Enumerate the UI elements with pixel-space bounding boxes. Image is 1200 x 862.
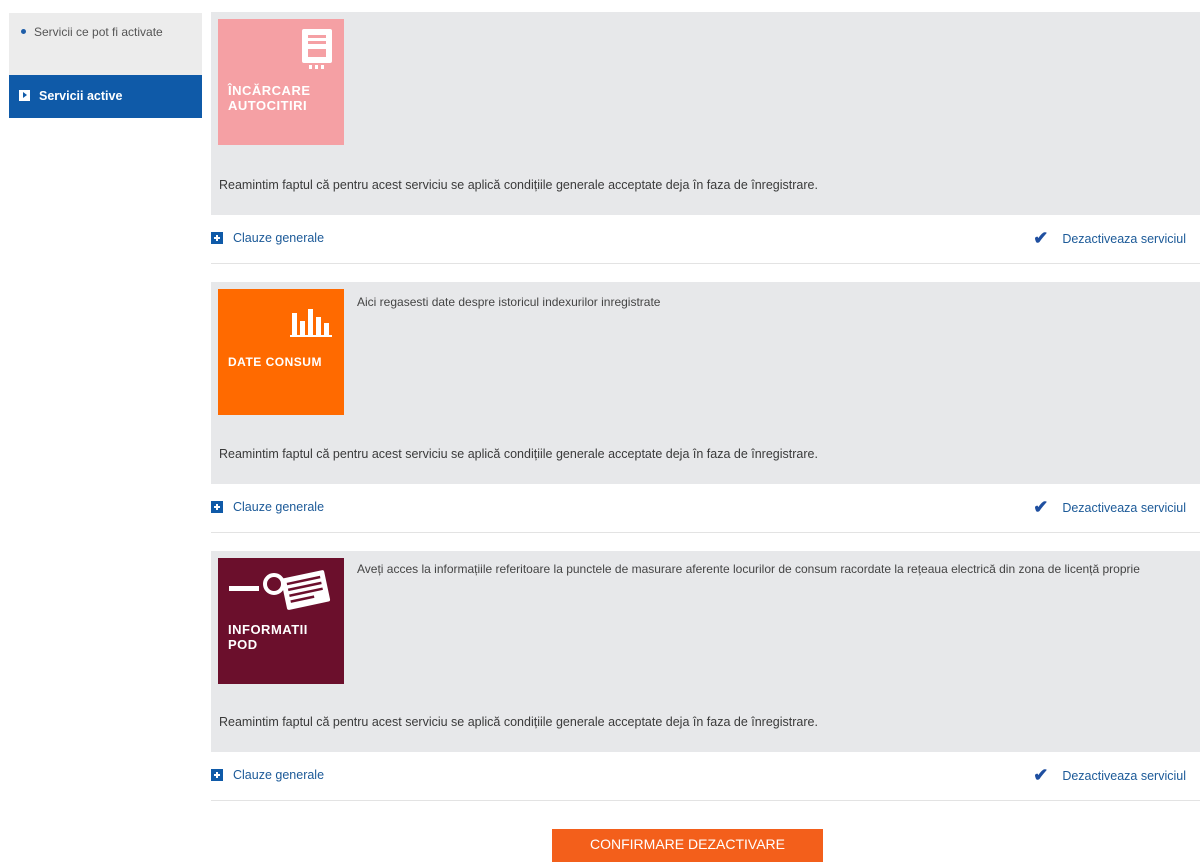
service-card-date-consum: DATE CONSUM Aici regasesti date despre i…	[211, 282, 1200, 533]
expand-plus-icon	[211, 501, 223, 513]
bar-chart-icon	[290, 309, 332, 337]
service-actions-row: Clauze generale ✔ Dezactiveaza serviciul	[211, 484, 1200, 533]
service-actions-row: Clauze generale ✔ Dezactiveaza serviciul	[211, 752, 1200, 801]
arrow-right-icon	[19, 90, 30, 101]
service-tile-informatii-pod: INFORMATII POD	[218, 558, 344, 684]
general-clauses-link[interactable]: Clauze generale	[211, 231, 324, 245]
service-card-autocitiri: ÎNCĂRCARE AUTOCITIRI Reamintim faptul că…	[211, 12, 1200, 264]
sidebar-item-label: Servicii ce pot fi activate	[34, 25, 163, 39]
deactivate-service-checkbox[interactable]: ✔ Dezactiveaza serviciul	[1033, 228, 1186, 249]
service-tile-date-consum: DATE CONSUM	[218, 289, 344, 415]
checkmark-icon: ✔	[1033, 497, 1049, 517]
checkmark-icon: ✔	[1033, 228, 1049, 248]
service-tile-label: DATE CONSUM	[228, 355, 322, 369]
sidebar-nav: Servicii ce pot fi activate Servicii act…	[9, 13, 202, 118]
service-actions-row: Clauze generale ✔ Dezactiveaza serviciul	[211, 215, 1200, 264]
sidebar-item-active-services[interactable]: Servicii active	[9, 75, 202, 118]
document-search-icon	[229, 570, 331, 610]
terms-reminder-text: Reamintim faptul că pentru acest servici…	[219, 178, 818, 192]
service-description: Aici regasesti date despre istoricul ind…	[357, 295, 661, 309]
service-tile-label: ÎNCĂRCARE AUTOCITIRI	[228, 83, 311, 113]
service-description: Aveți acces la informațiile referitoare …	[357, 562, 1140, 576]
deactivate-service-checkbox[interactable]: ✔ Dezactiveaza serviciul	[1033, 765, 1186, 786]
checkmark-icon: ✔	[1033, 765, 1049, 785]
deactivate-service-checkbox[interactable]: ✔ Dezactiveaza serviciul	[1033, 497, 1186, 518]
sidebar-item-label: Servicii active	[39, 89, 123, 103]
general-clauses-link[interactable]: Clauze generale	[211, 768, 324, 782]
meter-icon	[302, 29, 332, 69]
terms-reminder-text: Reamintim faptul că pentru acest servici…	[219, 715, 818, 729]
service-card-informatii-pod: INFORMATII POD Aveți acces la informații…	[211, 551, 1200, 801]
service-tile-label: INFORMATII POD	[228, 622, 308, 652]
bullet-icon	[21, 29, 26, 35]
confirm-deactivation-button[interactable]: CONFIRMARE DEZACTIVARE	[552, 829, 823, 862]
terms-reminder-text: Reamintim faptul că pentru acest servici…	[219, 447, 818, 461]
general-clauses-link[interactable]: Clauze generale	[211, 500, 324, 514]
expand-plus-icon	[211, 769, 223, 781]
sidebar-item-available-services[interactable]: Servicii ce pot fi activate	[9, 13, 202, 75]
expand-plus-icon	[211, 232, 223, 244]
service-tile-autocitiri: ÎNCĂRCARE AUTOCITIRI	[218, 19, 344, 145]
